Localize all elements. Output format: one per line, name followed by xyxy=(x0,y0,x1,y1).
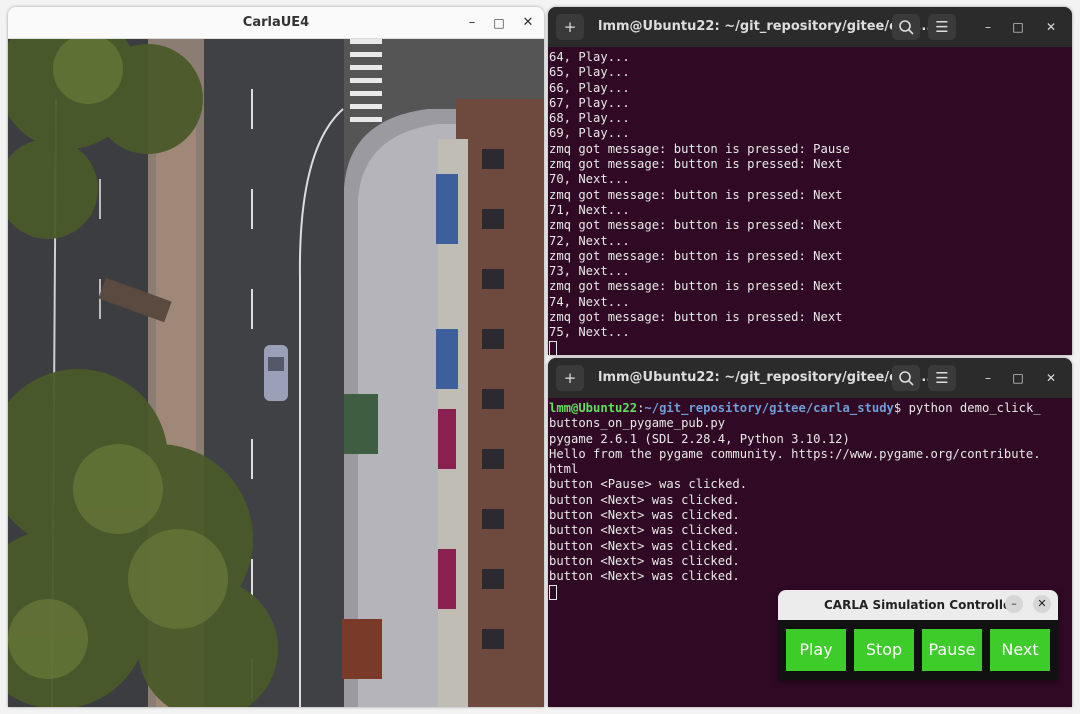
terminal-window-subscriber: + lmm@Ubuntu22: ~/git_repository/gitee/c… xyxy=(548,7,1072,355)
new-tab-icon[interactable]: + xyxy=(556,14,584,40)
terminal-line: button <Next> was clicked. xyxy=(549,538,740,553)
prompt-command: $ python demo_click_ xyxy=(893,401,1041,415)
text-cursor xyxy=(549,340,557,355)
terminal-line: zmq got message: button is pressed: Next xyxy=(549,310,843,325)
pause-button[interactable]: Pause xyxy=(922,629,982,671)
terminal-line: 68, Play... xyxy=(549,111,630,126)
maximize-icon[interactable]: □ xyxy=(489,13,509,33)
terminal-line: 72, Next... xyxy=(549,233,630,248)
search-icon[interactable] xyxy=(892,14,920,40)
hamburger-menu-icon[interactable]: ☰ xyxy=(928,14,956,40)
terminal-line: 66, Play... xyxy=(549,80,630,95)
terminal-line: button <Pause> was clicked. xyxy=(549,477,748,492)
controller-titlebar[interactable]: CARLA Simulation Controller – ✕ xyxy=(778,590,1058,620)
terminal-line: 70, Next... xyxy=(549,172,630,187)
terminal-line: button <Next> was clicked. xyxy=(549,508,740,523)
carla-window: CarlaUE4 – □ ✕ xyxy=(8,7,544,707)
terminal-line: 71, Next... xyxy=(549,202,630,217)
terminal-title: lmm@Ubuntu22: ~/git_repository/gitee/car… xyxy=(598,19,932,34)
terminal-line: zmq got message: button is pressed: Next xyxy=(549,279,843,294)
minimize-icon[interactable]: – xyxy=(1005,595,1023,613)
terminal-titlebar[interactable]: + lmm@Ubuntu22: ~/git_repository/gitee/c… xyxy=(548,358,1072,398)
maximize-icon[interactable]: □ xyxy=(1008,368,1028,388)
carla-titlebar[interactable]: CarlaUE4 – □ ✕ xyxy=(8,7,544,39)
prompt-path: ~/git_repository/gitee/carla_study xyxy=(644,401,894,415)
close-icon[interactable]: ✕ xyxy=(1041,17,1061,37)
terminal-line: 74, Next... xyxy=(549,294,630,309)
minimize-icon[interactable]: – xyxy=(462,13,482,33)
search-icon[interactable] xyxy=(892,365,920,391)
new-tab-icon[interactable]: + xyxy=(556,365,584,391)
terminal-title: lmm@Ubuntu22: ~/git_repository/gitee/car… xyxy=(598,370,932,385)
controller-title: CARLA Simulation Controller xyxy=(824,598,1018,612)
city-scene xyxy=(8,39,544,707)
minimize-icon[interactable]: – xyxy=(978,368,998,388)
terminal-line: zmq got message: button is pressed: Next xyxy=(549,187,843,202)
terminal-line: 73, Next... xyxy=(549,264,630,279)
terminal-output[interactable]: lmm@Ubuntu22:~/git_repository/gitee/carl… xyxy=(548,398,1072,601)
minimize-icon[interactable]: – xyxy=(978,17,998,37)
terminal-output[interactable]: 64, Play... 65, Play... 66, Play... 67, … xyxy=(548,47,1072,355)
stop-button[interactable]: Stop xyxy=(854,629,914,671)
controller-button-row: Play Stop Pause Next xyxy=(786,629,1058,671)
terminal-line: zmq got message: button is pressed: Next xyxy=(549,157,843,172)
text-cursor xyxy=(549,584,557,600)
terminal-titlebar[interactable]: + lmm@Ubuntu22: ~/git_repository/gitee/c… xyxy=(548,7,1072,47)
terminal-line: button <Next> was clicked. xyxy=(549,569,740,584)
terminal-line: button <Next> was clicked. xyxy=(549,523,740,538)
close-icon[interactable]: ✕ xyxy=(1041,368,1061,388)
terminal-line: buttons_on_pygame_pub.py xyxy=(549,416,726,431)
close-icon[interactable]: ✕ xyxy=(1033,595,1051,613)
terminal-line: button <Next> was clicked. xyxy=(549,492,740,507)
maximize-icon[interactable]: □ xyxy=(1008,17,1028,37)
terminal-line: pygame 2.6.1 (SDL 2.28.4, Python 3.10.12… xyxy=(549,431,850,446)
terminal-line: 69, Play... xyxy=(549,126,630,141)
play-button[interactable]: Play xyxy=(786,629,846,671)
terminal-line: 67, Play... xyxy=(549,95,630,110)
terminal-line: 64, Play... xyxy=(549,50,630,64)
terminal-line: 75, Next... xyxy=(549,325,630,340)
terminal-line: zmq got message: button is pressed: Next xyxy=(549,218,843,233)
close-icon[interactable]: ✕ xyxy=(518,13,538,33)
next-button[interactable]: Next xyxy=(990,629,1050,671)
hamburger-menu-icon[interactable]: ☰ xyxy=(928,365,956,391)
terminal-line: zmq got message: button is pressed: Next xyxy=(549,248,843,263)
prompt-user: lmm@Ubuntu22 xyxy=(549,401,638,415)
simulation-viewport[interactable] xyxy=(8,39,544,707)
terminal-line: html xyxy=(549,462,579,477)
simulation-controller-window: CARLA Simulation Controller – ✕ Play Sto… xyxy=(778,590,1058,680)
terminal-line: button <Next> was clicked. xyxy=(549,553,740,568)
terminal-line: zmq got message: button is pressed: Paus… xyxy=(549,141,850,156)
terminal-line: 65, Play... xyxy=(549,65,630,80)
terminal-line: Hello from the pygame community. https:/… xyxy=(549,446,1041,461)
